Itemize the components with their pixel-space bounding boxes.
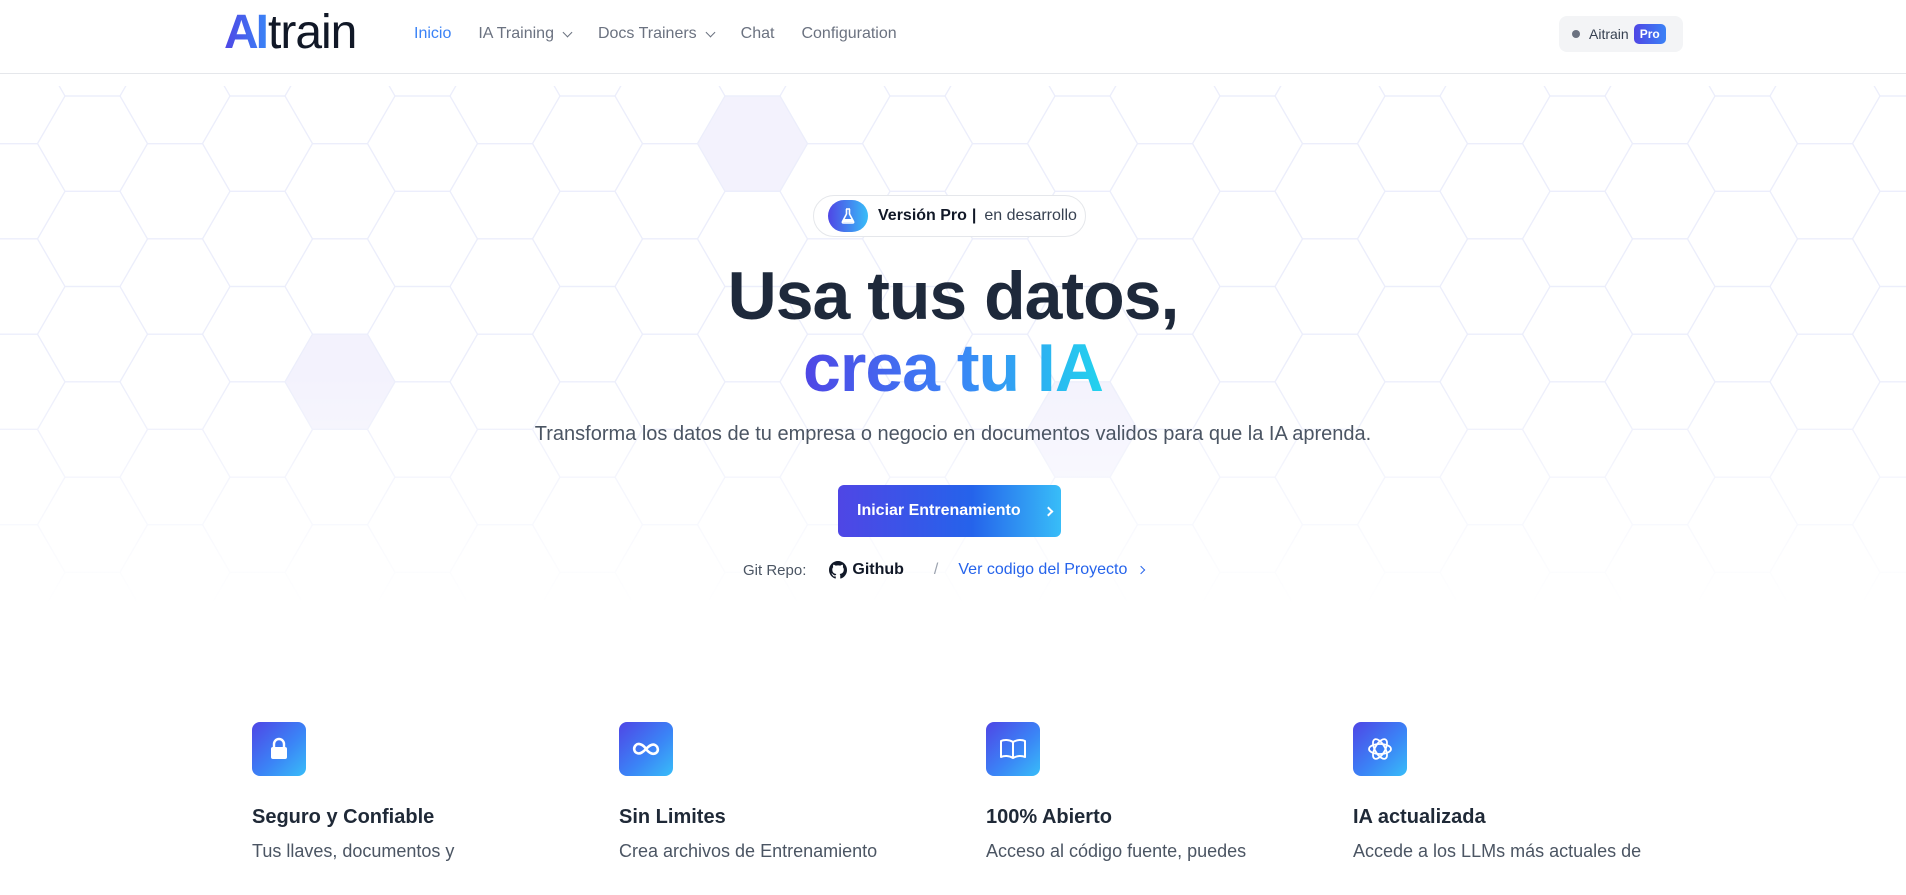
chevron-right-icon xyxy=(1043,506,1054,516)
infinity-icon xyxy=(619,722,673,776)
feature-description: Crea archivos de Entrenamiento xyxy=(619,841,878,861)
nav-item-label: Docs Trainers xyxy=(597,25,697,42)
hero-title-line2: crea tu IA xyxy=(0,328,1906,408)
chevron-down-icon xyxy=(705,27,716,37)
pill-version-text: Versión Pro xyxy=(878,207,967,224)
git-repo-label: Git Repo: xyxy=(743,561,807,579)
pill-status-text: en desarrollo xyxy=(984,207,1077,224)
nav-item-label: Inicio xyxy=(414,25,452,42)
repo-separator: / xyxy=(933,561,939,578)
feature-title: IA actualizada xyxy=(1353,806,1486,828)
pill-separator: | xyxy=(971,207,977,224)
nav-item-docs-trainers[interactable]: Docs Trainers xyxy=(597,25,716,43)
nav-item-label: Chat xyxy=(740,25,775,42)
github-label: Github xyxy=(852,561,904,578)
feature-title: Sin Limites xyxy=(619,806,726,828)
github-link[interactable]: Github xyxy=(829,561,904,579)
openai-icon xyxy=(1353,722,1407,776)
status-dot-icon xyxy=(1572,30,1580,38)
nav-item-inicio[interactable]: Inicio xyxy=(414,25,451,43)
user-name: Aitrain xyxy=(1589,26,1629,42)
main-nav: Inicio IA Training Docs Trainers Chat Co… xyxy=(414,22,924,46)
view-project-code-label: Ver codigo del Proyecto xyxy=(958,561,1128,578)
lock-icon xyxy=(252,722,306,776)
feature-description: Accede a los LLMs más actuales de xyxy=(1353,841,1642,861)
nav-item-label: IA Training xyxy=(478,25,554,42)
chevron-down-icon xyxy=(562,27,573,37)
git-repo-row: Git Repo: Github / Ver codigo del Proyec… xyxy=(743,560,1146,580)
feature-secure: Seguro y Confiable Tus llaves, documento… xyxy=(252,722,582,862)
version-pill: Versión Pro | en desarrollo xyxy=(813,195,1086,237)
start-training-label: Iniciar Entrenamiento xyxy=(857,502,1021,519)
github-icon xyxy=(829,561,848,579)
nav-item-configuration[interactable]: Configuration xyxy=(801,25,896,43)
hero-subtitle: Transforma los datos de tu empresa o neg… xyxy=(534,423,1372,445)
feature-title: 100% Abierto xyxy=(986,806,1112,828)
top-navbar: AI train Inicio IA Training Docs Trainer… xyxy=(0,0,1906,74)
chevron-right-icon xyxy=(1137,565,1146,575)
nav-item-label: Configuration xyxy=(801,25,897,42)
feature-description: Acceso al código fuente, puedes xyxy=(986,841,1247,861)
feature-title: Seguro y Confiable xyxy=(252,806,435,828)
feature-open-source: 100% Abierto Acceso al código fuente, pu… xyxy=(986,722,1316,862)
flask-icon xyxy=(828,200,868,232)
user-menu-button[interactable]: Aitrain Pro xyxy=(1559,16,1683,52)
hero-title-gradient-text: crea tu IA xyxy=(803,330,1104,406)
pro-badge: Pro xyxy=(1633,24,1666,44)
aitrain-logo[interactable]: AI train xyxy=(224,6,357,59)
book-icon xyxy=(986,722,1040,776)
feature-no-limits: Sin Limites Crea archivos de Entrenamien… xyxy=(619,722,949,862)
start-training-button[interactable]: Iniciar Entrenamiento xyxy=(838,485,1061,537)
feature-updated-ai: IA actualizada Accede a los LLMs más act… xyxy=(1353,722,1683,862)
nav-item-ia-training[interactable]: IA Training xyxy=(478,25,573,43)
hero-title-line1: Usa tus datos, xyxy=(727,258,1180,334)
feature-description: Tus llaves, documentos y xyxy=(252,841,455,861)
nav-item-chat[interactable]: Chat xyxy=(741,25,775,43)
view-project-code-link[interactable]: Ver codigo del Proyecto xyxy=(958,561,1146,579)
logo-ai-text: AI xyxy=(224,6,269,59)
logo-train-text: train xyxy=(268,6,357,59)
